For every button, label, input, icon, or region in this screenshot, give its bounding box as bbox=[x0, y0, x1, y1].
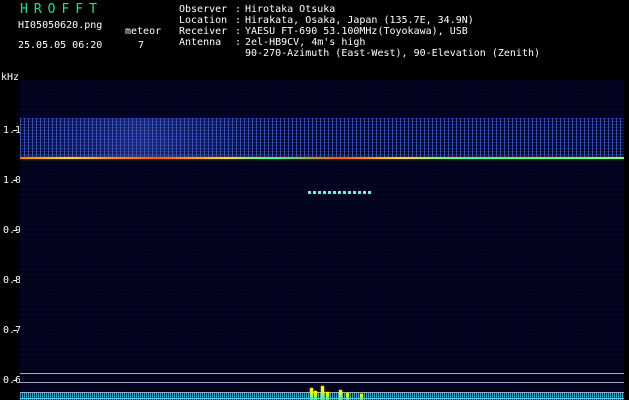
frequency-unit-label: kHz bbox=[1, 72, 20, 83]
info-key: Location bbox=[179, 15, 228, 26]
info-key: Antenna bbox=[179, 37, 222, 48]
meteor-echo bbox=[308, 191, 372, 194]
info-key: Observer bbox=[179, 4, 228, 15]
info-row-observer: Observer: Hirotaka Otsuka bbox=[179, 4, 599, 15]
guide-line bbox=[20, 382, 624, 383]
signal-spike bbox=[339, 390, 342, 400]
info-separator: : bbox=[235, 15, 248, 26]
signal-spike bbox=[321, 386, 324, 400]
timestamp: 25.05.05 06:20 bbox=[18, 40, 103, 51]
signal-spike bbox=[346, 393, 349, 400]
info-row-antenna: Antenna: 2el-HB9CV, 4m's high bbox=[179, 37, 599, 48]
info-value: YAESU FT-690 53.100MHz(Toyokawa), USB bbox=[245, 26, 468, 37]
info-value: 90-270-Azimuth (East-West), 90-Elevation… bbox=[245, 48, 541, 59]
info-value: Hirakata, Osaka, Japan (135.7E, 34.9N) bbox=[245, 15, 474, 26]
meteor-count: 7 bbox=[138, 40, 145, 51]
frequency-tick bbox=[13, 130, 17, 131]
info-key bbox=[179, 48, 235, 59]
app-title: HROFFT bbox=[20, 2, 103, 17]
spectrogram bbox=[20, 80, 624, 400]
frequency-tick bbox=[13, 330, 17, 331]
frequency-tick bbox=[13, 230, 17, 231]
info-row-antenna-direction: 90-270-Azimuth (East-West), 90-Elevation… bbox=[179, 48, 599, 59]
info-value: Hirotaka Otsuka bbox=[245, 4, 336, 15]
filename: HI05050620.png bbox=[18, 20, 103, 31]
signal-spike bbox=[360, 394, 363, 400]
frequency-tick bbox=[13, 380, 17, 381]
info-separator: : bbox=[235, 26, 248, 37]
carrier-line bbox=[20, 157, 624, 159]
info-row-receiver: Receiver: YAESU FT-690 53.100MHz(Toyokaw… bbox=[179, 26, 599, 37]
bottom-guide-lines bbox=[20, 364, 624, 400]
frequency-tick bbox=[13, 180, 17, 181]
signal-spike bbox=[310, 388, 313, 400]
info-key: Receiver bbox=[179, 26, 228, 37]
meteor-label: meteor bbox=[125, 26, 162, 37]
guide-line bbox=[20, 373, 624, 374]
signal-spike bbox=[314, 391, 317, 400]
info-row-location: Location: Hirakata, Osaka, Japan (135.7E… bbox=[179, 15, 599, 26]
signal-spike bbox=[326, 392, 329, 400]
hrofft-display: HROFFT HI05050620.png 25.05.05 06:20 met… bbox=[0, 0, 629, 400]
frequency-tick bbox=[13, 280, 17, 281]
info-value: 2el-HB9CV, 4m's high bbox=[245, 37, 366, 48]
info-separator: : bbox=[235, 4, 248, 15]
noise-band bbox=[20, 118, 624, 158]
info-separator: : bbox=[235, 37, 248, 48]
info-separator bbox=[235, 48, 245, 59]
station-info: Observer: Hirotaka Otsuka Location: Hira… bbox=[179, 4, 599, 59]
